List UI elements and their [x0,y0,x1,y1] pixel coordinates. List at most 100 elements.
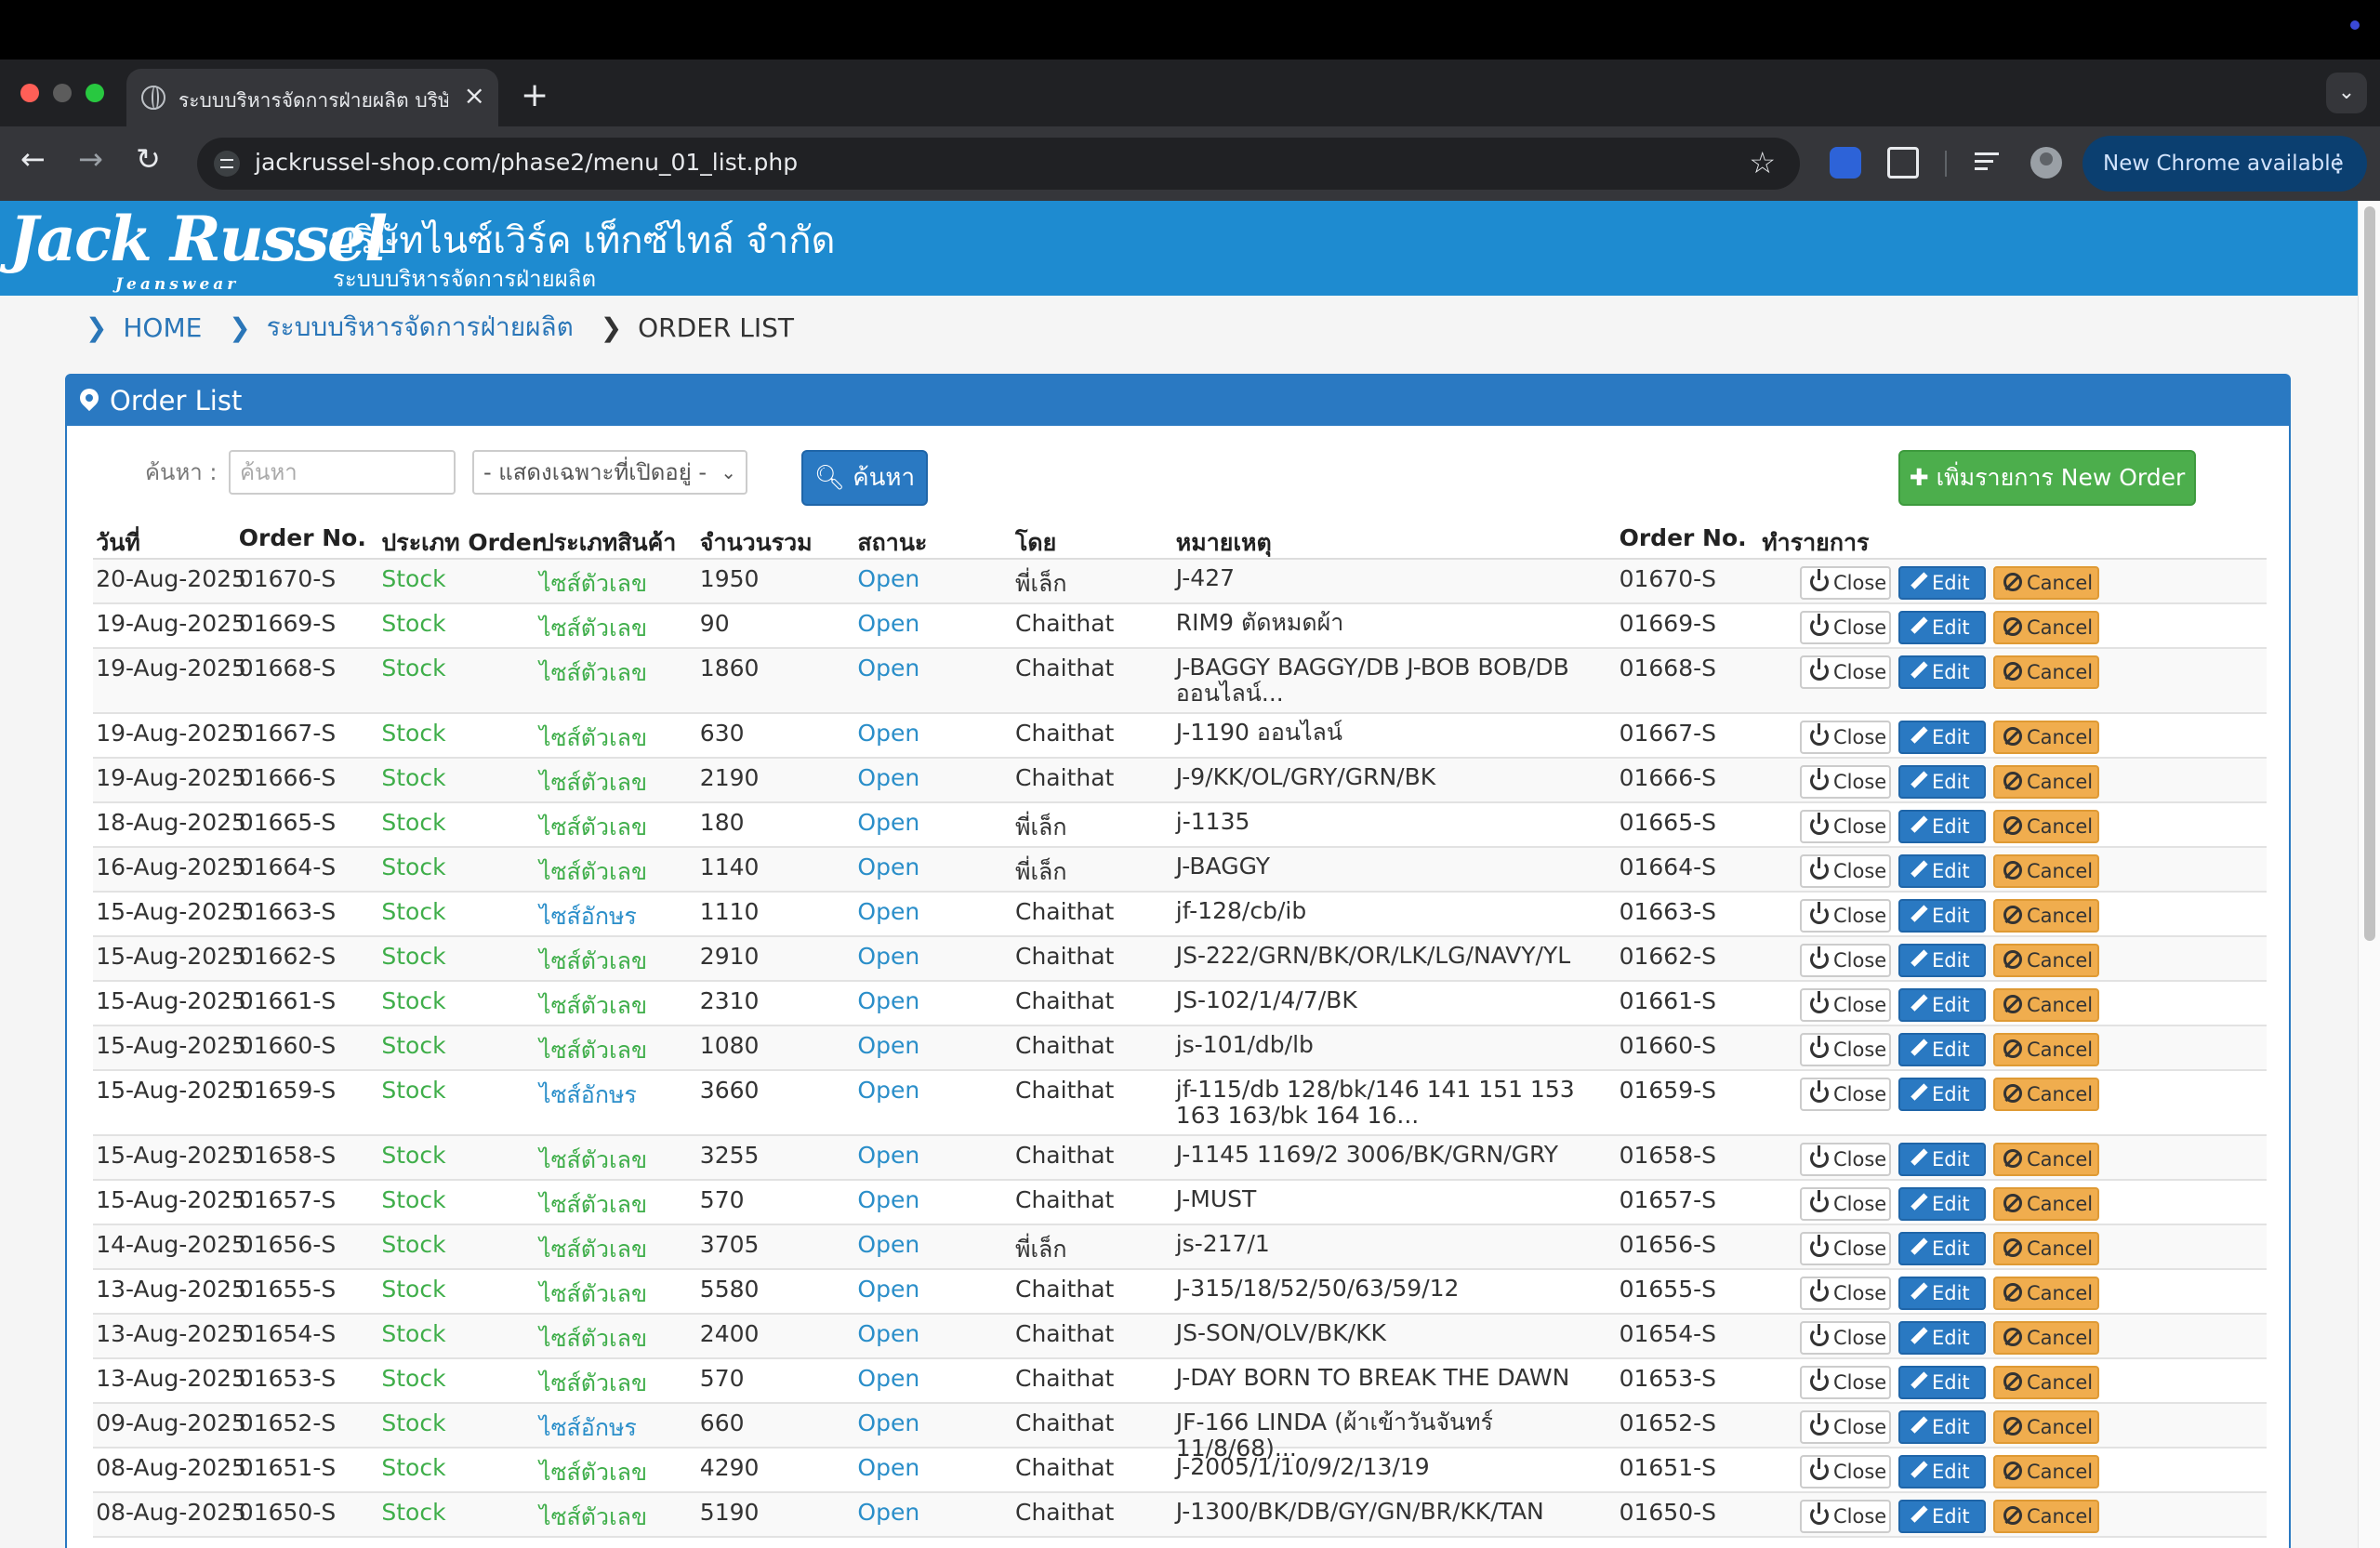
extensions-puzzle-icon[interactable] [1887,147,1919,179]
close-button[interactable]: Close [1800,1500,1891,1533]
new-order-button[interactable]: ✚ เพิ่มรายการ New Order [1898,450,2196,506]
order-status[interactable]: Open [857,1454,919,1481]
close-button[interactable]: Close [1800,988,1891,1022]
edit-button[interactable]: Edit [1898,1500,1986,1533]
cancel-button[interactable]: Cancel [1993,1410,2099,1444]
edit-button[interactable]: Edit [1898,988,1986,1022]
browser-tab[interactable]: ระบบบริหารจัดการฝ่ายผลิต บริษัท × [126,69,498,126]
order-status[interactable]: Open [857,1186,919,1213]
cancel-button[interactable]: Cancel [1993,1078,2099,1111]
cancel-button[interactable]: Cancel [1993,1500,2099,1533]
tab-close-icon[interactable]: × [464,80,485,111]
reading-list-icon[interactable] [1973,147,2004,179]
order-status[interactable]: Open [857,987,919,1014]
new-tab-button[interactable]: + [521,76,549,114]
new-chrome-available-button[interactable]: New Chrome available ⋮ [2082,136,2367,192]
close-button[interactable]: Close [1800,1410,1891,1444]
close-button[interactable]: Close [1800,899,1891,933]
order-status[interactable]: Open [857,655,919,681]
back-arrow-icon[interactable]: ← [20,141,46,177]
order-status[interactable]: Open [857,1077,919,1104]
close-button[interactable]: Close [1800,1366,1891,1399]
edit-button[interactable]: Edit [1898,899,1986,933]
breadcrumb-section-link[interactable]: ระบบบริหารจัดการฝ่ายผลิต [267,307,574,348]
cancel-button[interactable]: Cancel [1993,854,2099,888]
site-settings-icon[interactable] [214,151,240,177]
order-status[interactable]: Open [857,610,919,637]
page-scrollbar[interactable] [2358,201,2380,1548]
edit-button[interactable]: Edit [1898,1078,1986,1111]
profile-avatar-icon[interactable] [2030,147,2062,179]
search-button[interactable]: 🔍︎ ค้นหา [801,450,928,506]
cancel-button[interactable]: Cancel [1993,1455,2099,1488]
order-status[interactable]: Open [857,1365,919,1392]
close-button[interactable]: Close [1800,810,1891,843]
edit-button[interactable]: Edit [1898,721,1986,754]
edit-button[interactable]: Edit [1898,854,1986,888]
edit-button[interactable]: Edit [1898,1410,1986,1444]
close-button[interactable]: Close [1800,1455,1891,1488]
close-button[interactable]: Close [1800,611,1891,644]
jack-russel-logo[interactable]: Jack Russel Jeanswear [2,203,388,294]
order-status[interactable]: Open [857,720,919,747]
close-button[interactable]: Close [1800,655,1891,689]
close-button[interactable]: Close [1800,944,1891,977]
edit-button[interactable]: Edit [1898,1187,1986,1221]
cancel-button[interactable]: Cancel [1993,944,2099,977]
cancel-button[interactable]: Cancel [1993,721,2099,754]
window-zoom-button[interactable] [86,84,104,102]
cancel-button[interactable]: Cancel [1993,1143,2099,1176]
close-button[interactable]: Close [1800,1143,1891,1176]
edit-button[interactable]: Edit [1898,655,1986,689]
extension-icon[interactable] [1830,147,1861,179]
close-button[interactable]: Close [1800,854,1891,888]
close-button[interactable]: Close [1800,1033,1891,1066]
cancel-button[interactable]: Cancel [1993,765,2099,799]
order-status[interactable]: Open [857,565,919,592]
close-button[interactable]: Close [1800,721,1891,754]
edit-button[interactable]: Edit [1898,1232,1986,1265]
close-button[interactable]: Close [1800,1277,1891,1310]
search-input[interactable] [229,450,456,495]
url-text[interactable]: jackrussel-shop.com/phase2/menu_01_list.… [255,149,798,176]
cancel-button[interactable]: Cancel [1993,1366,2099,1399]
close-button[interactable]: Close [1800,1078,1891,1111]
edit-button[interactable]: Edit [1898,1366,1986,1399]
edit-button[interactable]: Edit [1898,1277,1986,1310]
order-status[interactable]: Open [857,1142,919,1169]
order-status[interactable]: Open [857,1409,919,1436]
close-button[interactable]: Close [1800,1232,1891,1265]
edit-button[interactable]: Edit [1898,765,1986,799]
cancel-button[interactable]: Cancel [1993,1033,2099,1066]
tab-search-button[interactable]: ⌄ [2326,73,2367,113]
status-filter-select[interactable]: - แสดงเฉพาะที่เปิดอยู่ - ⌄ [472,450,747,495]
edit-button[interactable]: Edit [1898,1143,1986,1176]
cancel-button[interactable]: Cancel [1993,1321,2099,1355]
breadcrumb-home-link[interactable]: HOME [123,312,202,343]
cancel-button[interactable]: Cancel [1993,1187,2099,1221]
order-status[interactable]: Open [857,853,919,880]
edit-button[interactable]: Edit [1898,566,1986,600]
cancel-button[interactable]: Cancel [1993,899,2099,933]
reload-icon[interactable]: ↻ [136,141,161,177]
cancel-button[interactable]: Cancel [1993,810,2099,843]
window-close-button[interactable] [20,84,39,102]
order-status[interactable]: Open [857,809,919,836]
edit-button[interactable]: Edit [1898,810,1986,843]
order-status[interactable]: Open [857,898,919,925]
order-status[interactable]: Open [857,1231,919,1258]
cancel-button[interactable]: Cancel [1993,611,2099,644]
close-button[interactable]: Close [1800,1187,1891,1221]
close-button[interactable]: Close [1800,765,1891,799]
edit-button[interactable]: Edit [1898,1033,1986,1066]
edit-button[interactable]: Edit [1898,611,1986,644]
edit-button[interactable]: Edit [1898,1455,1986,1488]
edit-button[interactable]: Edit [1898,944,1986,977]
cancel-button[interactable]: Cancel [1993,566,2099,600]
order-status[interactable]: Open [857,764,919,791]
close-button[interactable]: Close [1800,1321,1891,1355]
close-button[interactable]: Close [1800,566,1891,600]
bookmark-star-icon[interactable]: ☆ [1749,145,1776,180]
scrollbar-thumb[interactable] [2364,206,2375,941]
cancel-button[interactable]: Cancel [1993,655,2099,689]
